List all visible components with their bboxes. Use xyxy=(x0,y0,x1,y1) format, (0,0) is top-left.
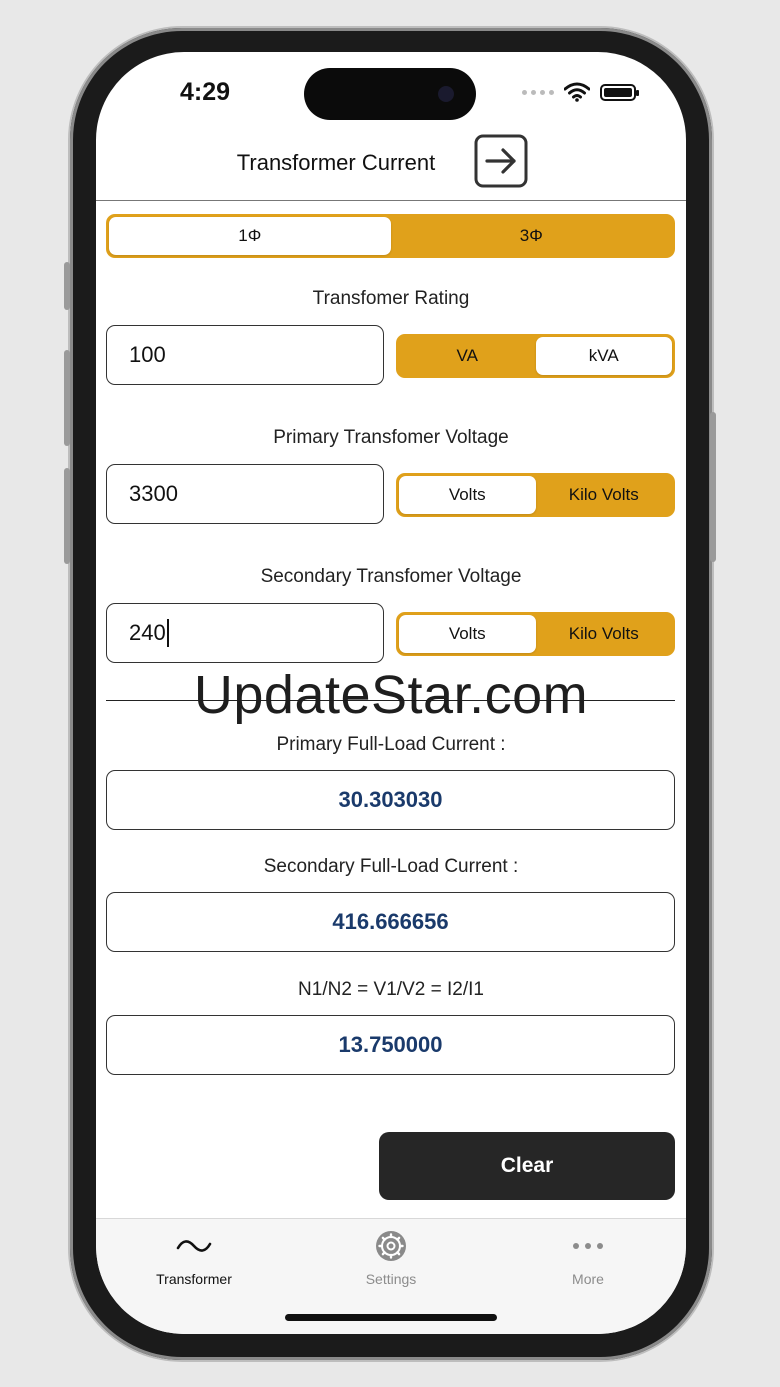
unit-option-volts[interactable]: Volts xyxy=(399,615,536,653)
tab-settings[interactable]: Settings xyxy=(293,1219,489,1299)
status-time: 4:29 xyxy=(180,78,231,106)
gear-icon xyxy=(376,1231,406,1261)
phase-option-3[interactable]: 3Φ xyxy=(391,217,673,255)
signal-dots-icon xyxy=(522,89,554,95)
volume-down-button xyxy=(64,468,70,564)
unit-option-kilo-volts[interactable]: Kilo Volts xyxy=(536,476,673,514)
home-indicator xyxy=(285,1314,497,1321)
secondary-voltage-unit-control[interactable]: Volts Kilo Volts xyxy=(396,612,675,656)
primary-voltage-unit-control[interactable]: Volts Kilo Volts xyxy=(396,473,675,517)
dynamic-island xyxy=(304,68,476,120)
unit-option-kilo-volts[interactable]: Kilo Volts xyxy=(536,615,673,653)
nav-divider xyxy=(96,200,686,201)
battery-icon xyxy=(600,83,639,101)
watermark: UpdateStar.com xyxy=(193,665,589,725)
more-dots-icon xyxy=(573,1243,603,1249)
primary-voltage-label: Primary Transfomer Voltage xyxy=(273,427,509,448)
tab-label-more: More xyxy=(572,1271,604,1287)
tab-label-settings: Settings xyxy=(365,1271,417,1287)
rating-unit-control[interactable]: VA kVA xyxy=(396,334,675,378)
clear-button[interactable]: Clear xyxy=(379,1132,675,1200)
secondary-voltage-input[interactable]: 240 xyxy=(106,603,384,663)
unit-option-kva[interactable]: kVA xyxy=(535,337,672,375)
tab-label-transformer: Transformer xyxy=(156,1271,232,1287)
secondary-voltage-value: 240 xyxy=(129,620,166,645)
rating-input[interactable]: 100 xyxy=(106,325,384,385)
primary-voltage-input[interactable]: 3300 xyxy=(106,464,384,524)
volume-up-button xyxy=(64,350,70,446)
wave-icon xyxy=(176,1240,212,1252)
turns-ratio-label: N1/N2 = V1/V2 = I2/I1 xyxy=(298,979,484,1000)
camera-icon xyxy=(438,86,454,102)
tab-transformer[interactable]: Transformer xyxy=(96,1219,292,1299)
tab-more[interactable]: More xyxy=(490,1219,686,1299)
phase-segmented-control[interactable]: 1Φ 3Φ xyxy=(106,214,675,258)
export-button[interactable] xyxy=(474,134,528,188)
mute-switch xyxy=(64,262,70,310)
phase-option-1[interactable]: 1Φ xyxy=(109,217,391,255)
arrow-right-square-icon xyxy=(474,134,528,188)
primary-current-label: Primary Full-Load Current : xyxy=(276,734,506,755)
wifi-icon xyxy=(564,82,590,102)
turns-ratio-value: 13.750000 xyxy=(106,1015,675,1075)
secondary-voltage-label: Secondary Transfomer Voltage xyxy=(260,566,522,587)
secondary-current-value: 416.666656 xyxy=(106,892,675,952)
secondary-current-label: Secondary Full-Load Current : xyxy=(263,856,519,877)
primary-current-value: 30.303030 xyxy=(106,770,675,830)
unit-option-va[interactable]: VA xyxy=(399,337,536,375)
status-icons xyxy=(522,82,639,102)
text-caret xyxy=(166,619,169,647)
power-button xyxy=(710,412,716,562)
rating-label: Transfomer Rating xyxy=(312,288,470,309)
unit-option-volts[interactable]: Volts xyxy=(399,476,536,514)
screen: 4:29 Transformer Current 1Φ 3Φ Transfome… xyxy=(96,52,686,1334)
